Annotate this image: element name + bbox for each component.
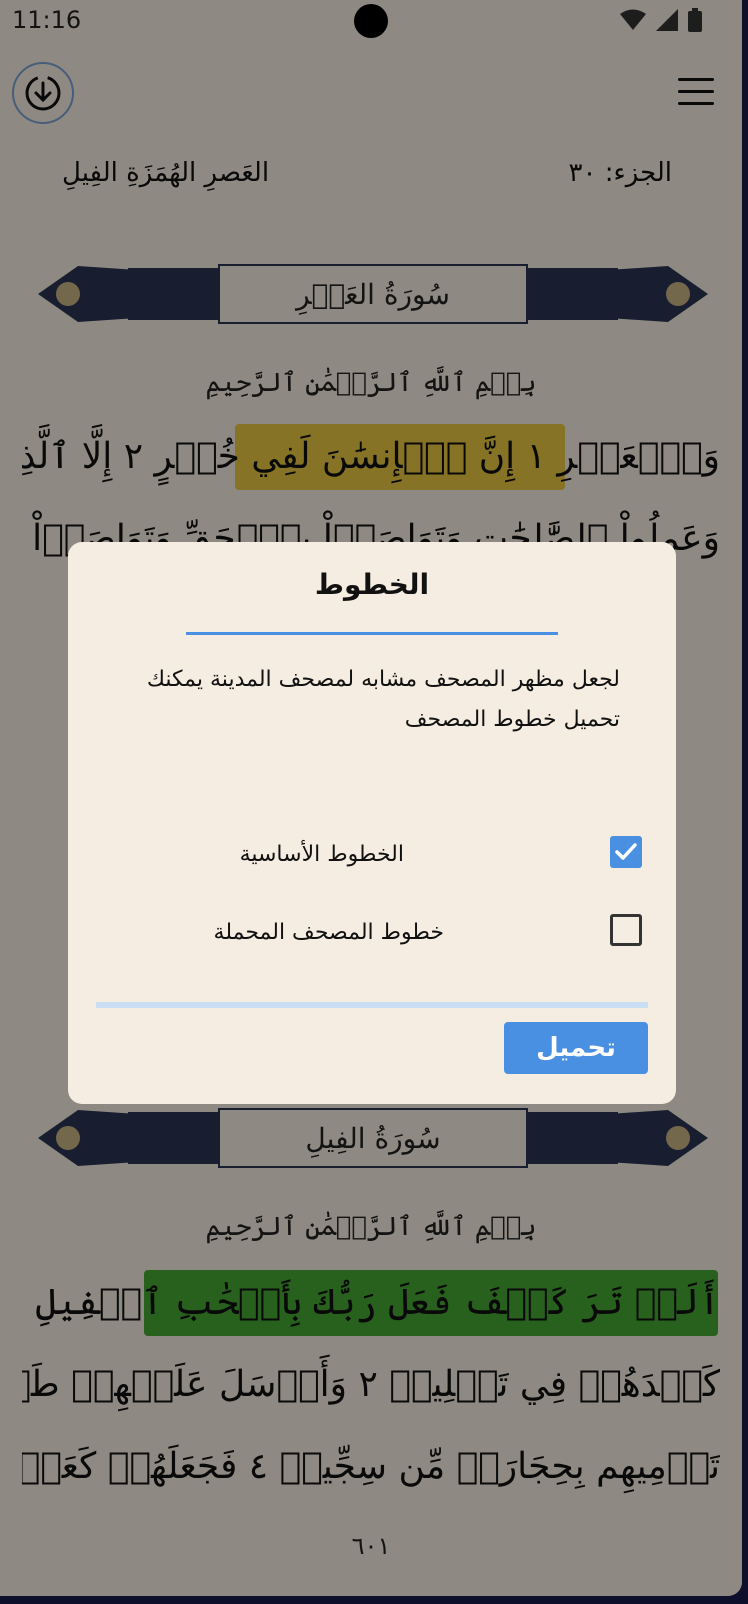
option-mushaf-fonts[interactable]: خطوط المصحف المحملة [124,914,654,954]
dialog-title: الخطوط [314,568,430,601]
fonts-dialog: الخطوط لجعل مظهر المصحف مشابه لمصحف المد… [68,542,676,1104]
mushaf-fonts-checkbox[interactable] [610,914,642,946]
download-progress-bar [96,1002,648,1008]
title-divider [186,632,558,635]
option-basic-fonts[interactable]: الخطوط الأساسية [124,836,654,876]
dialog-description: لجعل مظهر المصحف مشابه لمصحف المدينة يمك… [146,667,620,732]
basic-fonts-checkbox[interactable] [610,836,642,868]
quran-page-screen: 11:16 الجزء: ٣٠ العَصرِ الهُمَزَةِ الفِي… [0,0,742,1596]
option-label: خطوط المصحف المحملة [213,920,444,945]
check-icon [615,843,637,860]
option-label: الخطوط الأساسية [239,842,404,867]
download-button[interactable]: تحميل [504,1022,648,1074]
